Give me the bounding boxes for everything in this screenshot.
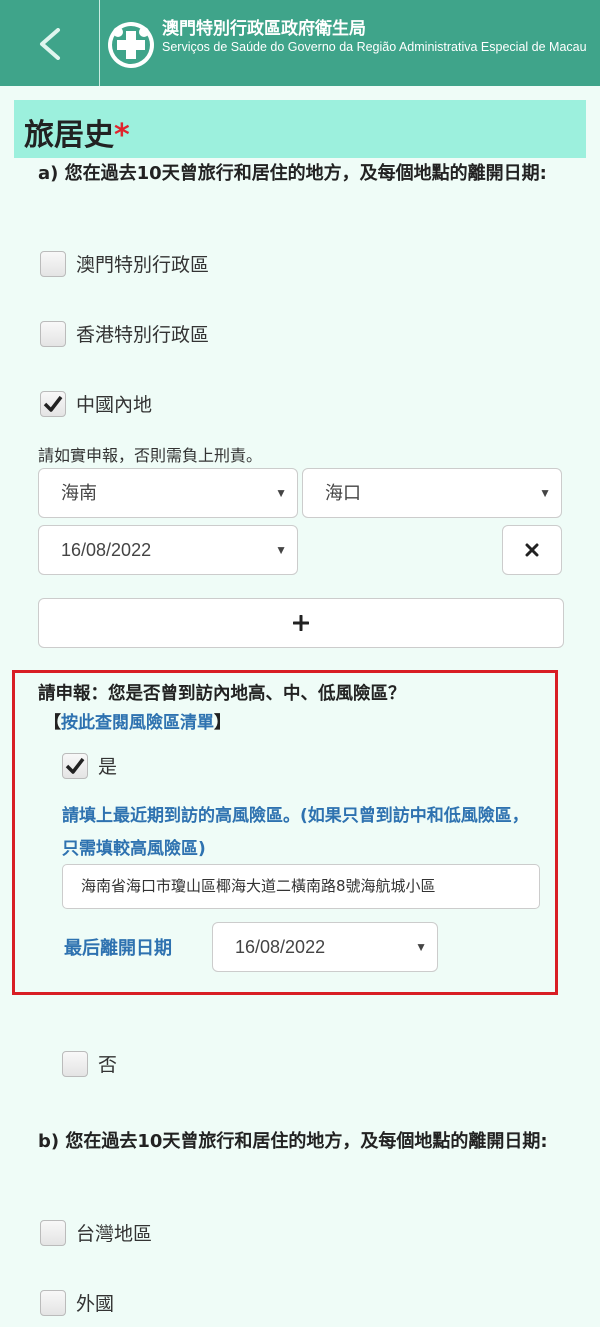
plus-icon [293,615,309,631]
option-macau[interactable]: 澳門特別行政區 [40,250,209,277]
option-label: 台灣地區 [76,1223,153,1245]
checkbox[interactable] [40,390,66,417]
checkbox[interactable] [62,752,88,779]
checkbox[interactable] [40,1289,66,1316]
dropdown-caret-icon: ▼ [415,940,427,954]
option-hong-kong[interactable]: 香港特別行政區 [40,320,209,347]
section-title-bar: 旅居史* [14,100,586,158]
option-label: 外國 [76,1293,115,1315]
section-title-text: 旅居史 [24,118,114,153]
remove-entry-button[interactable] [502,525,562,575]
option-no[interactable]: 否 [62,1050,117,1077]
question-a: a) 您在過去10天曾旅行和居住的地方，及每個地點的離開日期: [38,163,547,184]
no-label: 否 [98,1054,118,1076]
declaration-notice: 請如實申報，否則需負上刑責。 [38,446,263,465]
dropdown-caret-icon: ▼ [539,486,551,500]
city-select[interactable]: 海口 ▼ [302,468,562,518]
risk-area-list-link[interactable]: 按此查閱風險區清單 [61,713,214,733]
option-label: 香港特別行政區 [76,324,210,346]
high-risk-instruction: 請填上最近期到訪的高風險區。(如果只曾到訪中和低風險區，只需填較高風險區) [62,806,529,859]
checkbox[interactable] [40,1219,66,1246]
departure-date-value: 16/08/2022 [61,540,152,560]
risk-list-link-wrap: 【按此查閱風險區清單】 [44,708,231,733]
chevron-left-icon [40,28,60,60]
high-risk-address-input[interactable]: 海南省海口市瓊山區椰海大道二橫南路8號海航城小區 [62,864,540,909]
header-title: 澳門特別行政區政府衛生局 [162,19,366,39]
yes-label: 是 [98,756,118,778]
app-header: 澳門特別行政區政府衛生局 Serviços de Saúde do Govern… [0,0,600,86]
dropdown-caret-icon: ▼ [275,543,287,557]
close-icon [525,543,539,557]
option-foreign[interactable]: 外國 [40,1289,114,1316]
last-departure-date-value: 16/08/2022 [235,937,326,957]
city-value: 海口 [325,483,361,503]
last-departure-date-select[interactable]: 16/08/2022 ▼ [212,922,438,972]
section-title: 旅居史* [24,110,130,154]
checkbox[interactable] [40,320,66,347]
risk-area-question: 請申報：您是否曾到訪內地高、中、低風險區？ [38,684,406,704]
option-mainland[interactable]: 中國內地 [40,390,152,417]
dropdown-caret-icon: ▼ [275,486,287,500]
option-taiwan[interactable]: 台灣地區 [40,1219,152,1246]
checkbox[interactable] [40,250,66,277]
bracket-open: 【 [44,713,61,733]
checkmark-icon [65,757,85,774]
option-label: 澳門特別行政區 [76,254,210,276]
bracket-close: 】 [214,713,231,733]
departure-date-select[interactable]: 16/08/2022 ▼ [38,525,298,575]
last-departure-date-label: 最后離開日期 [64,938,172,959]
required-mark: * [114,118,130,153]
question-b: b) 您在過去10天曾旅行和居住的地方，及每個地點的離開日期: [38,1131,548,1152]
checkmark-icon [43,395,63,412]
option-yes[interactable]: 是 [62,752,117,779]
province-select[interactable]: 海南 ▼ [38,468,298,518]
health-bureau-logo-icon [108,22,154,68]
add-entry-button[interactable] [38,598,564,648]
province-value: 海南 [61,483,97,503]
option-label: 中國內地 [76,394,153,416]
back-button[interactable] [0,0,100,86]
header-subtitle: Serviços de Saúde do Governo da Região A… [162,40,587,54]
checkbox[interactable] [62,1050,88,1077]
